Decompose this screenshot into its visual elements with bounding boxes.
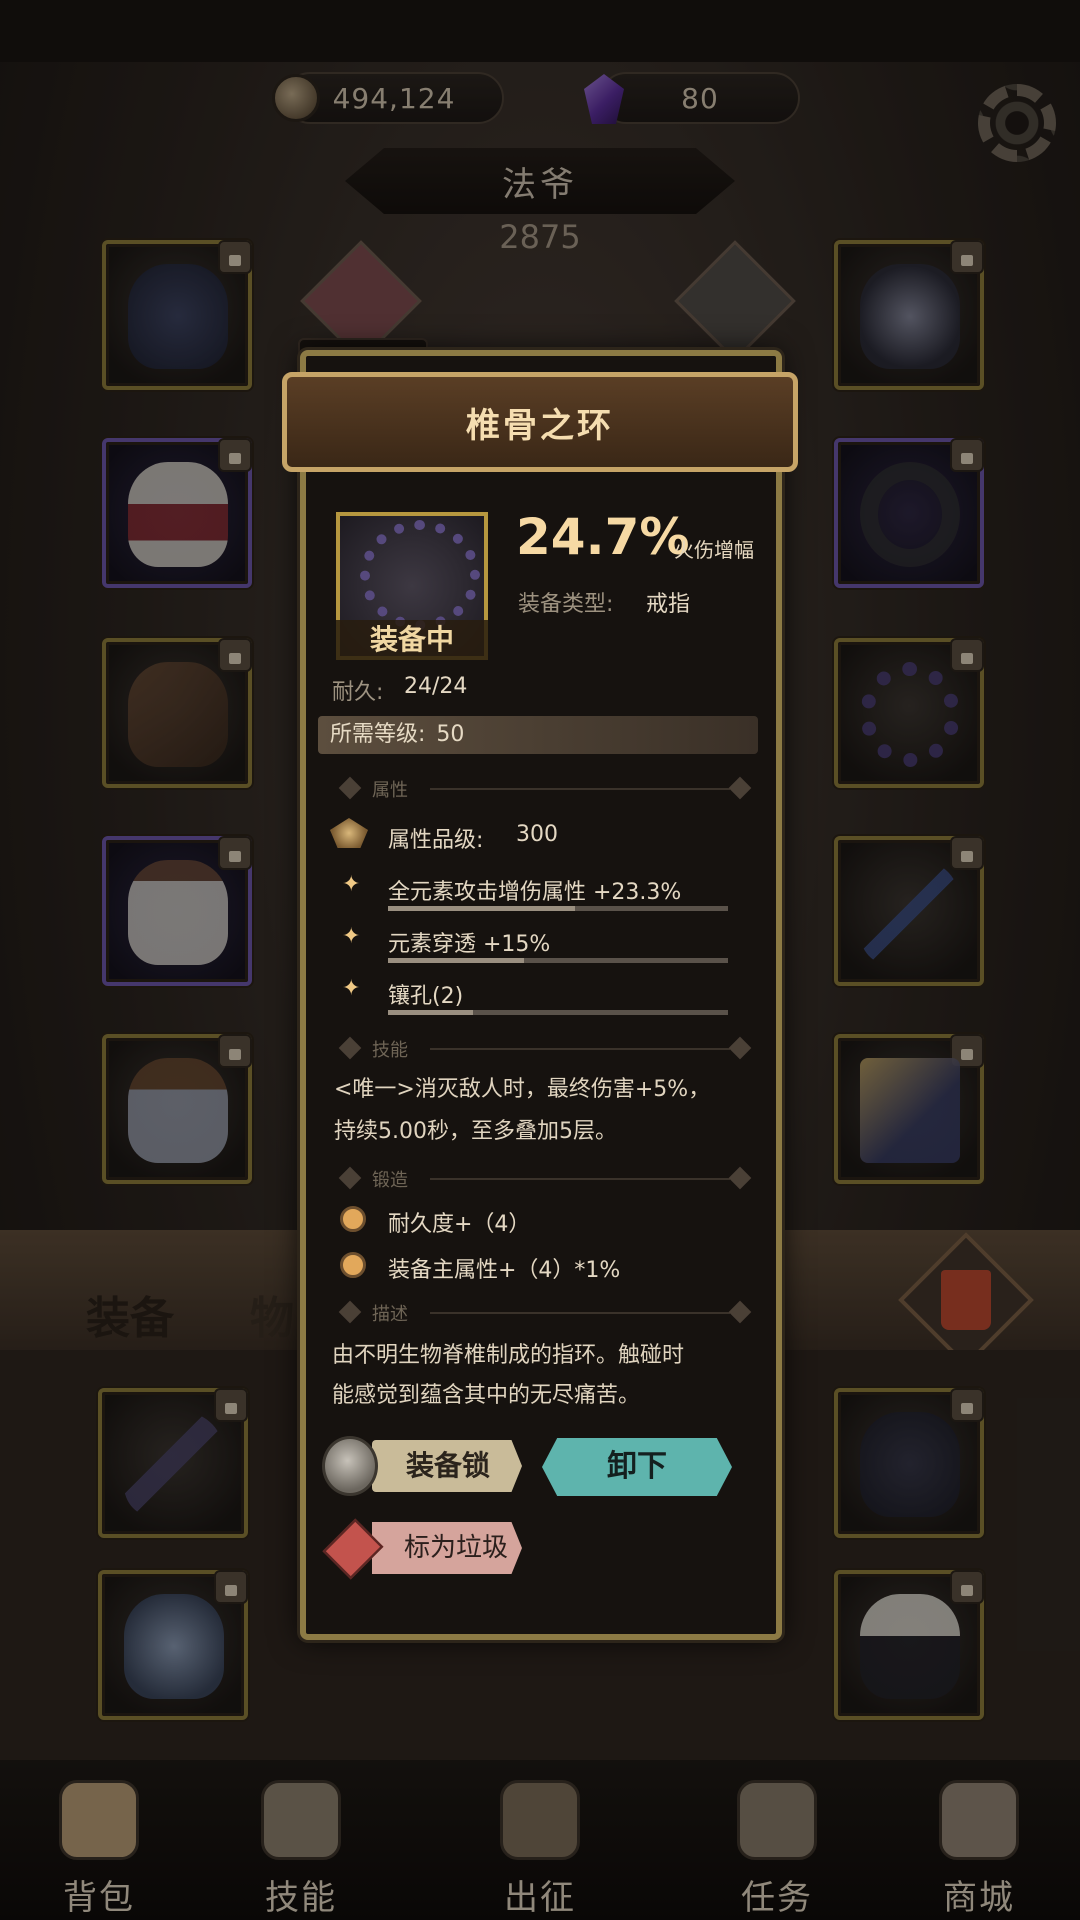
forge-dot-icon xyxy=(340,1252,366,1278)
attribute-grade-value: 300 xyxy=(516,822,558,847)
description-line-2: 能感觉到蕴含其中的无尽痛苦。 xyxy=(332,1383,641,1408)
unequip-button[interactable]: 卸下 xyxy=(542,1438,732,1496)
attribute-line: 元素穿透 +15% xyxy=(388,932,551,957)
attribute-progress xyxy=(388,1010,728,1015)
equipped-badge: 装备中 xyxy=(336,620,488,660)
skill-text-line-1: <唯一>消灭敌人时，最终伤害+5%， xyxy=(334,1077,711,1102)
attribute-line: 镶孔(2) xyxy=(388,984,464,1009)
item-type-value: 戒指 xyxy=(646,592,691,617)
section-description: 描述 xyxy=(372,1304,408,1325)
attribute-progress xyxy=(388,906,728,911)
equipment-lock-label: 装备锁 xyxy=(406,1449,491,1482)
mark-as-trash-label: 标为垃圾 xyxy=(404,1533,509,1563)
attribute-progress-fill xyxy=(388,906,575,911)
durability-label: 耐久: xyxy=(332,680,384,705)
description-line-1: 由不明生物脊椎制成的指环。触碰时 xyxy=(332,1343,685,1368)
section-forge: 锻造 xyxy=(372,1170,408,1191)
section-line xyxy=(430,1178,730,1180)
attribute-progress-fill xyxy=(388,958,524,963)
attribute-progress-fill xyxy=(388,1010,473,1015)
item-title-header: 椎骨之环 xyxy=(282,372,798,472)
required-level-bar: 所需等级: 50 xyxy=(318,716,758,754)
section-line xyxy=(430,1048,730,1050)
section-attributes: 属性 xyxy=(372,780,408,801)
attribute-grade-label: 属性品级: xyxy=(388,828,484,853)
main-stat-name: 火伤增幅 xyxy=(674,538,754,562)
required-level-value: 50 xyxy=(436,722,465,747)
forge-line: 装备主属性+（4）*1% xyxy=(388,1258,621,1283)
star-bullet-icon: ✦ xyxy=(342,924,361,949)
spine-ring-icon xyxy=(360,520,480,630)
durability-value: 24/24 xyxy=(404,674,468,699)
section-line xyxy=(430,1312,730,1314)
equipment-lock-button[interactable]: 装备锁 xyxy=(372,1440,522,1492)
main-stat-value: 24.7% xyxy=(516,508,690,566)
skill-text-line-2: 持续5.00秒，至多叠加5层。 xyxy=(334,1119,617,1144)
star-bullet-icon: ✦ xyxy=(342,872,361,897)
star-bullet-icon: ✦ xyxy=(342,976,361,1001)
attribute-line: 全元素攻击增伤属性 +23.3% xyxy=(388,880,682,905)
section-line xyxy=(430,788,730,790)
forge-line: 耐久度+（4） xyxy=(388,1212,531,1237)
mark-as-trash-button[interactable]: 标为垃圾 xyxy=(372,1522,522,1574)
unequip-label: 卸下 xyxy=(607,1449,667,1484)
item-name: 椎骨之环 xyxy=(466,405,614,446)
padlock-icon xyxy=(322,1436,378,1496)
attribute-progress xyxy=(388,958,728,963)
required-level-label: 所需等级: xyxy=(330,722,426,747)
section-skills: 技能 xyxy=(372,1040,408,1061)
item-type-label: 装备类型: xyxy=(518,592,614,617)
forge-dot-icon xyxy=(340,1206,366,1232)
